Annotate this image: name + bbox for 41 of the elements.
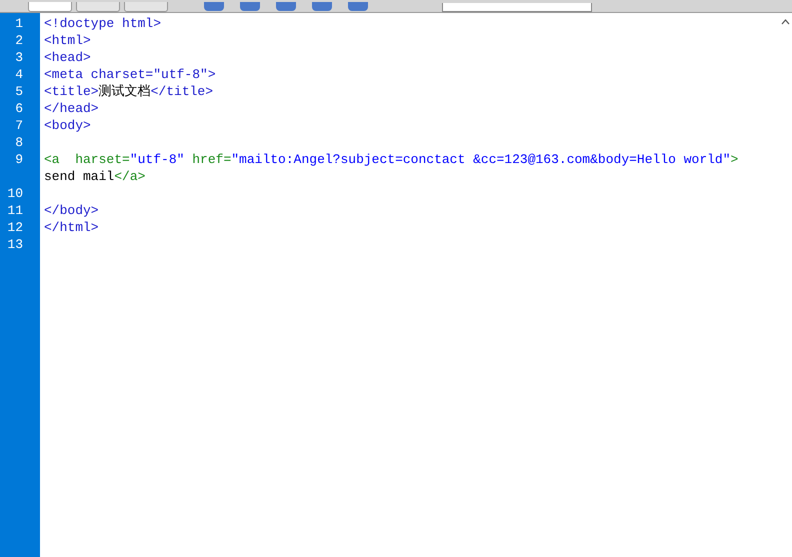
line-number: 6 — [15, 102, 23, 115]
code-token: </body> — [44, 204, 99, 217]
line-number: 1 — [15, 17, 23, 30]
line-number: 11 — [7, 204, 23, 217]
code-token: 测试文档 — [98, 85, 151, 98]
code-token: </head> — [44, 102, 99, 115]
line-number: 2 — [15, 34, 23, 47]
code-token: </a> — [114, 170, 146, 183]
code-token: <a harset= — [44, 153, 130, 166]
code-token: <body> — [44, 119, 91, 132]
line-number: 9 — [15, 153, 23, 166]
title-field[interactable] — [442, 3, 592, 12]
view-button[interactable] — [124, 2, 168, 12]
code-token: <!doctype html> — [44, 17, 162, 30]
line-number: 4 — [15, 68, 23, 81]
code-token: </title> — [150, 85, 214, 98]
code-token: <meta charset="utf-8"> — [44, 68, 216, 81]
line-number: 10 — [7, 187, 23, 200]
code-token: </html> — [44, 221, 99, 234]
code-token: "utf-8" — [130, 153, 184, 166]
code-token: <head> — [44, 51, 91, 64]
line-number: 8 — [15, 136, 23, 149]
code-token: href= — [191, 153, 232, 166]
view-button[interactable] — [28, 2, 72, 12]
code-token: > — [730, 153, 738, 166]
line-number: 12 — [7, 221, 23, 234]
code-token: "mailto:Angel?subject=conctact &cc=123@163.com&body=Hello world" — [231, 153, 731, 166]
caret-up-icon[interactable] — [781, 19, 790, 25]
line-number: 3 — [15, 51, 23, 64]
code-token: <title> — [44, 85, 99, 98]
code-token: send mail — [44, 170, 114, 183]
line-number: 7 — [15, 119, 23, 132]
code-token: <html> — [44, 34, 91, 47]
toolbar-icon[interactable] — [276, 2, 296, 11]
toolbar-icon[interactable] — [240, 2, 260, 11]
toolbar-icon[interactable] — [204, 2, 224, 11]
view-button[interactable] — [76, 2, 120, 12]
toolbar-icon[interactable] — [312, 2, 332, 11]
line-number: 13 — [7, 238, 23, 251]
line-number: 5 — [15, 85, 23, 98]
toolbar-icon[interactable] — [348, 2, 368, 11]
